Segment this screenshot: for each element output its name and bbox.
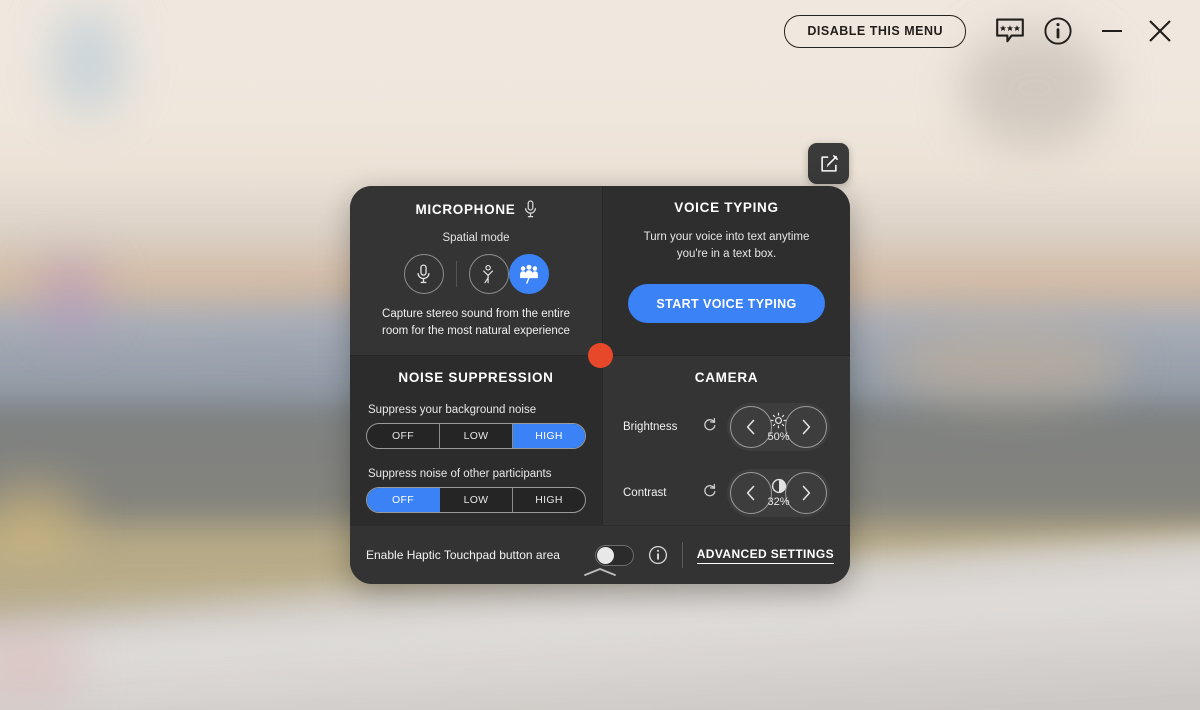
- brightness-label: Brightness: [623, 421, 678, 433]
- chevron-left-icon: [746, 419, 755, 435]
- disable-this-menu-label: DISABLE THIS MENU: [807, 24, 943, 38]
- advanced-settings-button[interactable]: ADVANCED SETTINGS: [696, 547, 834, 564]
- spatial-mode-divider: [455, 261, 457, 287]
- minimize-button[interactable]: [1090, 9, 1134, 53]
- other-participants-noise-segmented-control: OFF LOW HIGH: [366, 487, 586, 513]
- contrast-stepper: 32%: [727, 469, 830, 517]
- chevron-right-icon: [802, 419, 811, 435]
- spatial-mode-options: [403, 254, 549, 294]
- reset-circular-arrow-icon: [704, 417, 716, 431]
- brightness-row: Brightness 50%: [619, 403, 834, 451]
- reset-circular-arrow-icon: [704, 483, 716, 497]
- contrast-label: Contrast: [623, 487, 667, 499]
- noise-suppression-section: NOISE SUPPRESSION Suppress your backgrou…: [350, 355, 602, 525]
- microphone-section-title: MICROPHONE: [415, 200, 536, 218]
- noise-suppression-section-title: NOISE SUPPRESSION: [398, 370, 553, 385]
- haptic-touchpad-label: Enable Haptic Touchpad button area: [366, 548, 560, 562]
- chevron-right-icon: [802, 485, 811, 501]
- microphone-description: Capture stereo sound from the entire roo…: [382, 308, 570, 337]
- chevron-up-icon: [584, 568, 616, 576]
- feedback-button[interactable]: [988, 9, 1032, 53]
- feedback-bubble-icon: [996, 18, 1024, 43]
- info-button[interactable]: [1036, 9, 1080, 53]
- background-noise-segmented-control: OFF LOW HIGH: [366, 423, 586, 449]
- background-blur-blob: [888, 326, 1128, 407]
- noise-suppression-title-label: NOISE SUPPRESSION: [398, 370, 554, 385]
- background-noise-option-low[interactable]: LOW: [440, 424, 513, 448]
- brightness-increase-button[interactable]: [785, 406, 827, 448]
- edit-button[interactable]: [808, 143, 849, 184]
- brightness-reset-button[interactable]: [703, 417, 717, 437]
- disable-this-menu-button[interactable]: DISABLE THIS MENU: [784, 14, 966, 48]
- other-participants-noise-label: Suppress noise of other participants: [368, 468, 552, 480]
- other-participants-option-high[interactable]: HIGH: [513, 488, 585, 512]
- microphone-section: MICROPHONE Spatial mode Capture stereo s…: [350, 186, 602, 355]
- top-bar: DISABLE THIS MENU: [0, 0, 1200, 62]
- close-button[interactable]: [1138, 9, 1182, 53]
- contrast-decrease-button[interactable]: [730, 472, 772, 514]
- background-noise-option-high[interactable]: HIGH: [513, 424, 585, 448]
- close-icon: [1149, 20, 1171, 42]
- settings-panel: MICROPHONE Spatial mode Capture stereo s…: [350, 186, 850, 584]
- haptic-info-button[interactable]: [648, 545, 668, 565]
- chevron-left-icon: [746, 485, 755, 501]
- info-circle-icon: [648, 545, 667, 565]
- spatial-mode-spatial-button[interactable]: [508, 254, 549, 294]
- brightness-decrease-button[interactable]: [730, 406, 772, 448]
- start-voice-typing-button[interactable]: START VOICE TYPING: [628, 284, 825, 324]
- edit-square-pencil-icon: [820, 154, 838, 172]
- haptic-toggle-knob: [596, 546, 614, 564]
- group-of-people-icon: [519, 264, 538, 284]
- background-blur-blob: [36, 255, 106, 336]
- voice-typing-section: VOICE TYPING Turn your voice into text a…: [602, 186, 850, 355]
- spatial-mode-label: Spatial mode: [442, 232, 510, 244]
- voice-typing-title-label: VOICE TYPING: [674, 200, 779, 215]
- other-participants-option-off[interactable]: OFF: [367, 488, 440, 512]
- panel-bottom-bar: Enable Haptic Touchpad button area ADVAN…: [350, 525, 850, 584]
- recording-indicator-dot: [588, 343, 613, 368]
- voice-typing-section-title: VOICE TYPING: [674, 200, 778, 215]
- bottom-bar-divider: [681, 542, 683, 568]
- spatial-mode-standard-button[interactable]: [403, 254, 444, 294]
- brightness-stepper: 50%: [727, 403, 830, 451]
- background-noise-label: Suppress your background noise: [368, 404, 537, 416]
- camera-section: CAMERA Brightness 50% Contrast 32%: [602, 355, 850, 525]
- haptic-touchpad-toggle[interactable]: [594, 544, 634, 566]
- camera-section-title: CAMERA: [695, 370, 758, 385]
- microphone-icon: [417, 264, 430, 284]
- voice-typing-description: Turn your voice into text anytime you're…: [643, 231, 810, 260]
- contrast-row: Contrast 32%: [619, 469, 834, 517]
- spatial-mode-personal-button[interactable]: [468, 254, 509, 294]
- collapse-panel-button[interactable]: [582, 566, 618, 578]
- settings-quadrant-grid: MICROPHONE Spatial mode Capture stereo s…: [350, 186, 850, 525]
- other-participants-option-low[interactable]: LOW: [440, 488, 513, 512]
- contrast-reset-button[interactable]: [703, 483, 717, 503]
- camera-title-label: CAMERA: [694, 370, 759, 385]
- contrast-increase-button[interactable]: [785, 472, 827, 514]
- person-with-mic-icon: [482, 264, 493, 283]
- minimize-icon: [1102, 29, 1122, 33]
- info-circle-icon: [1044, 17, 1072, 45]
- microphone-title-label: MICROPHONE: [415, 201, 516, 217]
- background-noise-option-off[interactable]: OFF: [367, 424, 440, 448]
- microphone-icon: [524, 200, 536, 218]
